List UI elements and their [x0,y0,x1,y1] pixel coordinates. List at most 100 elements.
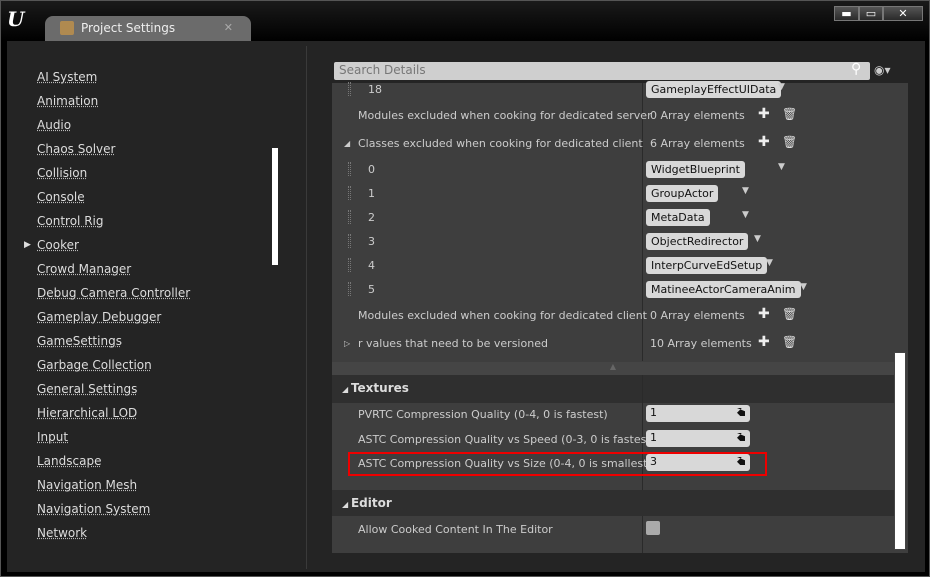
details-scrollbar[interactable] [894,352,906,550]
sidebar-item[interactable]: Hierarchical LOD [37,406,137,420]
maximize-button[interactable]: ▭ [859,6,883,21]
array-count: 0 Array elements [650,109,745,122]
tab-project-settings[interactable]: Project Settings ✕ [45,16,251,42]
dropdown-icon[interactable]: ▼ [742,186,749,196]
drag-handle-icon[interactable] [348,186,351,200]
drag-handle-icon[interactable] [348,210,351,224]
allow-cooked-checkbox[interactable] [646,521,660,535]
dropdown-icon[interactable]: ▼ [742,210,749,220]
drag-handle-icon[interactable] [348,282,351,296]
property-row: ▷ r values that need to be versioned 10 … [332,332,894,356]
sidebar-item[interactable]: Landscape [37,454,101,468]
trash-icon[interactable]: 🗑 [782,107,797,121]
sidebar-item[interactable]: General Settings [37,382,137,396]
sidebar-item[interactable]: GameSettings [37,334,122,348]
property-label: Allow Cooked Content In The Editor [358,523,553,536]
class-combo[interactable]: MatineeActorCameraAnim [646,281,801,298]
sidebar-item[interactable]: Network [37,526,87,540]
expand-arrow-icon[interactable]: ▶ [24,240,31,250]
sidebar-item[interactable]: Console [37,190,85,204]
drag-handle-icon[interactable] [348,82,351,96]
splitter[interactable] [306,46,307,569]
trash-icon[interactable]: 🗑 [782,135,797,149]
drag-handle-icon[interactable] [348,162,351,176]
highlight-box [348,452,767,476]
minimize-button[interactable]: ▬ [834,6,859,21]
array-count: 0 Array elements [650,309,745,322]
array-element-row: 2 MetaData ▼ [332,206,894,230]
drag-handle-icon[interactable] [348,234,351,248]
trash-icon[interactable]: 🗑 [782,307,797,321]
property-row: ASTC Compression Quality vs Speed (0-3, … [332,428,894,452]
sidebar-item[interactable]: Garbage Collection [37,358,152,372]
dropdown-icon[interactable]: ▼ [800,282,807,292]
pvrtc-quality-spinbox[interactable]: 1 [646,405,750,422]
value: 1 [650,406,657,419]
textures-header[interactable]: ◢ Textures [332,375,894,403]
array-element-row: 4 InterpCurveEdSetup ▼ [332,254,894,278]
close-button[interactable]: ✕ [883,6,923,21]
eye-visibility-icon[interactable]: ◉▾ [874,63,891,77]
index-label: 18 [368,83,382,96]
section-title: Textures [350,381,409,395]
drag-handle-icon[interactable] [348,258,351,272]
section-title: Editor [350,496,392,510]
sidebar-item[interactable]: Navigation Mesh [37,478,137,492]
class-combo[interactable]: InterpCurveEdSetup [646,257,768,274]
property-label: ASTC Compression Quality vs Speed (0-3, … [358,433,655,446]
class-combo[interactable]: GroupActor [646,185,719,202]
trash-icon[interactable]: 🗑 [782,335,797,349]
tab-title: Project Settings [81,21,176,35]
search-icon: ⚲ [851,61,862,77]
sidebar-item[interactable]: Control Rig [37,214,103,228]
dropdown-icon[interactable]: ▼ [778,162,785,172]
dropdown-icon[interactable]: ▼ [778,82,785,92]
sidebar-item[interactable]: Animation [37,94,98,108]
sidebar-item[interactable]: AI System [37,70,97,84]
sidebar-item[interactable]: Navigation System [37,502,150,516]
index-label: 1 [368,187,375,200]
class-combo[interactable]: ObjectRedirector [646,233,749,250]
tab-close-icon[interactable]: ✕ [224,21,233,34]
expand-arrow-icon[interactable]: ▷ [344,339,350,348]
sidebar-item[interactable]: Cooker [37,238,79,252]
value: 1 [650,431,657,444]
property-row: PVRTC Compression Quality (0-4, 0 is fas… [332,403,894,427]
property-label: r values that need to be versioned [358,337,548,350]
class-combo[interactable]: WidgetBlueprint [646,161,745,178]
drag-resize-icon [737,408,745,416]
editor-header[interactable]: ◢ Editor [332,490,894,516]
collapse-category-handle[interactable]: ▲ [332,362,894,375]
property-label: Modules excluded when cooking for dedica… [358,309,647,322]
index-label: 3 [368,235,375,248]
settings-folder-icon [60,21,74,35]
sidebar-item[interactable]: Chaos Solver [37,142,115,156]
array-element-row: 3 ObjectRedirector ▼ [332,230,894,254]
dropdown-icon[interactable]: ▼ [754,234,761,244]
class-combo[interactable]: GameplayEffectUIData [646,81,782,98]
property-row: Modules excluded when cooking for dedica… [332,104,894,128]
array-count: 10 Array elements [650,337,752,350]
add-element-icon[interactable]: ✚ [758,334,770,350]
sidebar-item[interactable]: Crowd Manager [37,262,131,276]
add-element-icon[interactable]: ✚ [758,106,770,122]
array-element-row: 5 MatineeActorCameraAnim ▼ [332,278,894,302]
property-row: ◢ Classes excluded when cooking for dedi… [332,132,894,156]
add-element-icon[interactable]: ✚ [758,306,770,322]
unreal-logo: U [7,7,25,31]
sidebar-item[interactable]: Collision [37,166,87,180]
array-element-row: 0 WidgetBlueprint ▼ [332,158,894,182]
sidebar-item[interactable]: Debug Camera Controller [37,286,190,300]
sidebar-scrollbar[interactable] [272,148,278,265]
sidebar-item[interactable]: Input [37,430,68,444]
dropdown-icon[interactable]: ▼ [766,258,773,268]
index-label: 2 [368,211,375,224]
collapse-arrow-icon[interactable]: ◢ [344,139,350,148]
astc-speed-spinbox[interactable]: 1 [646,430,750,447]
add-element-icon[interactable]: ✚ [758,134,770,150]
array-element-row: 1 GroupActor ▼ [332,182,894,206]
array-count: 6 Array elements [650,137,745,150]
sidebar-item[interactable]: Audio [37,118,71,132]
class-combo[interactable]: MetaData [646,209,710,226]
sidebar-item[interactable]: Gameplay Debugger [37,310,161,324]
